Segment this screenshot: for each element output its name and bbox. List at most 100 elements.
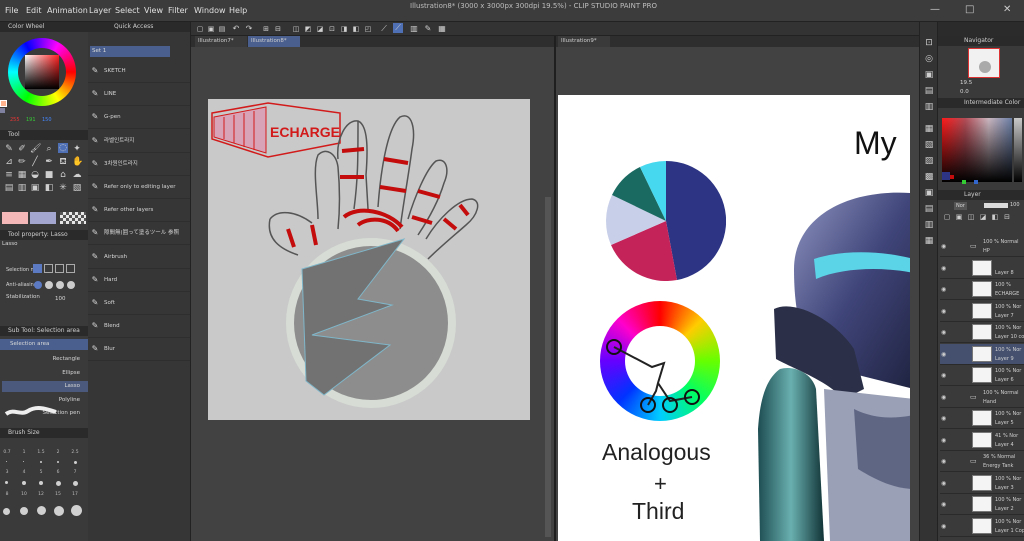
visibility-eye-icon[interactable]: ◉: [941, 265, 946, 272]
sub-color-swatch[interactable]: [0, 108, 5, 113]
blend-mode-select[interactable]: Nor: [954, 202, 967, 210]
brush-size-label[interactable]: 4: [17, 470, 31, 475]
move-icon[interactable]: ◧: [44, 183, 54, 193]
ruler-icon[interactable]: ▥: [17, 183, 27, 193]
quick-access-item[interactable]: ✎ Airbrush: [88, 246, 190, 269]
ruler-toggle-icon[interactable]: ▦: [437, 24, 447, 34]
lock-icon[interactable]: ◪: [978, 212, 988, 222]
clear-icon[interactable]: ⊞: [261, 24, 271, 34]
lasso-tool-icon[interactable]: ◌: [58, 143, 68, 153]
brush-size-label[interactable]: 0.7: [0, 450, 14, 455]
approx-color-icon[interactable]: ▨: [924, 156, 934, 166]
tab-illustration8[interactable]: Illustration8*: [248, 36, 300, 47]
layer-row[interactable]: ◉ 100 % Nor Layer 3: [940, 473, 1024, 494]
minimize-button[interactable]: —: [930, 4, 940, 15]
dropper-icon[interactable]: ⊿: [4, 157, 14, 167]
brush-size-dot[interactable]: [71, 505, 82, 516]
layer-row[interactable]: ◉ 100 % Nor Layer 9: [940, 343, 1024, 365]
brush-size-dot[interactable]: [22, 481, 26, 485]
visibility-eye-icon[interactable]: ◉: [941, 308, 946, 315]
material-icon[interactable]: ▦: [924, 236, 934, 246]
sub-color-chip[interactable]: [30, 212, 56, 224]
layer-search-icon[interactable]: ▣: [924, 188, 934, 198]
intermediate-color-grid[interactable]: [942, 118, 1012, 182]
opacity-slider[interactable]: [984, 203, 1008, 208]
menu-edit[interactable]: Edit: [26, 0, 42, 22]
color-slider-icon[interactable]: ▩: [924, 172, 934, 182]
fill-bucket-icon[interactable]: ◒: [30, 170, 40, 180]
navigator-icon[interactable]: ⊡: [924, 38, 934, 48]
color-set-icon[interactable]: ▦: [924, 124, 934, 134]
brush-size-label[interactable]: 8: [0, 492, 14, 497]
layer-folder-row[interactable]: ◉ ▭ 100 % Normal Hand: [940, 387, 1024, 408]
sparkle-icon[interactable]: ✦: [72, 144, 82, 154]
selection-subtract-icon[interactable]: [55, 264, 64, 273]
sub-tool-lasso[interactable]: Lasso: [2, 381, 88, 392]
quick-access-item[interactable]: ✎ 隙間無(囲って塗るツール 参照: [88, 222, 190, 246]
brush-size-label[interactable]: 2.5: [68, 450, 82, 455]
selection-new-icon[interactable]: [33, 264, 42, 273]
select-layer-icon[interactable]: ◧: [351, 24, 361, 34]
navigator-zoom[interactable]: 19.5: [960, 80, 972, 86]
menu-file[interactable]: File: [5, 0, 18, 22]
brush-size-dot[interactable]: [20, 507, 28, 515]
menu-help[interactable]: Help: [229, 0, 247, 22]
aa-medium-icon[interactable]: [56, 281, 64, 289]
quick-access-item[interactable]: ✎ SKETCH: [88, 60, 190, 83]
brush-size-dot[interactable]: [37, 506, 46, 515]
brush-size-dot[interactable]: [40, 461, 42, 463]
brush-size-dot[interactable]: [5, 481, 8, 484]
quick-access-item[interactable]: ✎ 3차원인트라지: [88, 153, 190, 176]
brush-size-label[interactable]: 15: [51, 492, 65, 497]
brush-size-dot[interactable]: [74, 461, 77, 464]
eyedropper-icon[interactable]: ✐: [17, 144, 27, 154]
color-picker-icon[interactable]: ✎: [423, 24, 433, 34]
quick-access-item[interactable]: ✎ Blur: [88, 338, 190, 362]
deselect-icon[interactable]: ◫: [291, 24, 301, 34]
menu-animation[interactable]: Animation: [47, 0, 88, 22]
close-button[interactable]: ✕: [1003, 4, 1011, 15]
quick-access-item[interactable]: ✎ Refer other layers: [88, 199, 190, 223]
transparent-color-chip[interactable]: [60, 212, 86, 224]
brush-size-label[interactable]: 12: [34, 492, 48, 497]
corner-color-navy[interactable]: [942, 172, 950, 180]
crop-icon[interactable]: ◪: [315, 24, 325, 34]
corner-color-green[interactable]: [962, 180, 966, 184]
brush-size-label[interactable]: 7: [68, 470, 82, 475]
selection-add-icon[interactable]: [44, 264, 53, 273]
quick-access-set-tab[interactable]: Set 1: [90, 46, 170, 57]
visibility-eye-icon[interactable]: ◉: [941, 243, 946, 250]
gradient-icon[interactable]: ▦: [17, 170, 27, 180]
brush-size-label[interactable]: 1: [17, 450, 31, 455]
figure-icon[interactable]: ⌂: [58, 170, 68, 180]
navigator-preview[interactable]: [968, 48, 1000, 78]
reference-layer-icon[interactable]: ◰: [363, 24, 373, 34]
visibility-eye-icon[interactable]: ◉: [941, 286, 946, 293]
intermediate-color-column[interactable]: [1014, 118, 1022, 182]
animation-icon[interactable]: ▥: [924, 220, 934, 230]
corner-color-red[interactable]: [950, 175, 954, 179]
redo-icon[interactable]: ↷: [244, 24, 254, 34]
info-icon[interactable]: ▤: [924, 86, 934, 96]
brush-size-dot[interactable]: [56, 481, 61, 486]
new-layer-icon[interactable]: ▢: [942, 212, 952, 222]
tab-illustration9[interactable]: Illustration9*: [558, 36, 610, 47]
folder-icon[interactable]: ▭: [970, 242, 977, 250]
quick-access-item[interactable]: ✎ Refer only to editing layer: [88, 176, 190, 199]
visibility-eye-icon[interactable]: ◉: [941, 501, 946, 508]
menu-filter[interactable]: Filter: [168, 0, 188, 22]
maximize-button[interactable]: □: [965, 4, 974, 15]
airbrush-icon[interactable]: ✒: [44, 157, 54, 167]
corner-color-blue[interactable]: [974, 180, 978, 184]
delete-layer-icon[interactable]: ⊟: [1002, 212, 1012, 222]
visibility-eye-icon[interactable]: ◉: [941, 351, 946, 358]
open-icon[interactable]: ▣: [206, 24, 216, 34]
layer-row[interactable]: ◉ 100 % Nor Layer 10 co: [940, 322, 1024, 343]
layer-row[interactable]: ◉ 100 % Nor Layer 7: [940, 301, 1024, 322]
layer-row[interactable]: ◉ 100 % Nor Layer 1 Copy: [940, 516, 1024, 537]
brush-size-label[interactable]: 6: [51, 470, 65, 475]
layer-row[interactable]: ◉ Layer 8: [940, 258, 1024, 279]
layer-row[interactable]: ◉ 100 % Nor Layer 2: [940, 494, 1024, 515]
search-icon[interactable]: ⌕: [44, 144, 54, 154]
brush-size-label[interactable]: 2: [51, 450, 65, 455]
